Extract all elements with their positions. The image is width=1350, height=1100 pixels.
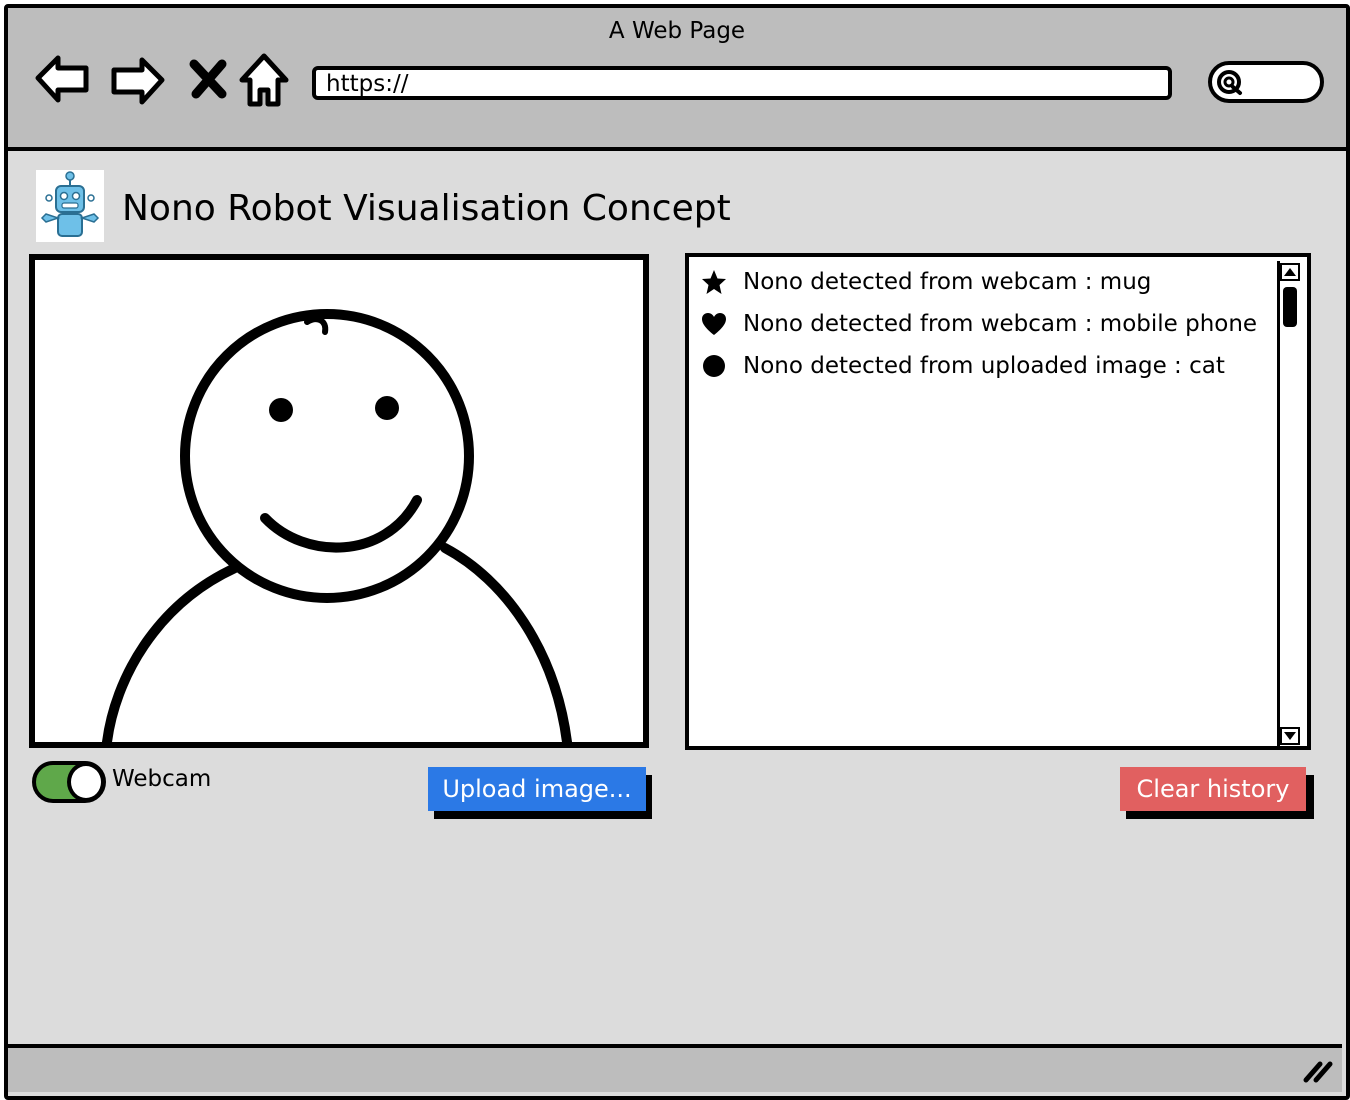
star-icon — [701, 269, 727, 295]
url-bar[interactable]: https:// — [312, 66, 1172, 100]
list-item: Nono detected from webcam : mug — [701, 263, 1151, 301]
list-item-text: Nono detected from webcam : mobile phone — [743, 311, 1258, 337]
list-item-text: Nono detected from uploaded image : cat — [743, 353, 1225, 379]
robot-logo — [36, 170, 104, 242]
heart-icon — [701, 311, 727, 337]
person-placeholder-icon — [102, 309, 572, 742]
clear-history-button[interactable]: Clear history — [1120, 767, 1306, 811]
resize-grip-icon[interactable] — [1302, 1056, 1334, 1084]
scrollbar[interactable] — [1277, 261, 1301, 747]
upload-image-button[interactable]: Upload image... — [428, 767, 646, 811]
home-icon[interactable] — [234, 48, 292, 110]
scroll-up-icon[interactable] — [1280, 263, 1300, 281]
list-item-text: Nono detected from webcam : mug — [743, 269, 1152, 295]
list-item: Nono detected from webcam : mobile phone — [701, 305, 1257, 343]
status-bar — [8, 1044, 1342, 1092]
detection-history-list[interactable]: Nono detected from webcam : mug Nono det… — [685, 253, 1311, 750]
browser-toolbar: A Web Page https:// — [8, 8, 1346, 151]
magnifier-icon — [1217, 70, 1242, 95]
stop-icon[interactable] — [182, 48, 240, 110]
page-title: Nono Robot Visualisation Concept — [122, 188, 731, 229]
webcam-toggle[interactable] — [32, 761, 106, 803]
list-item: Nono detected from uploaded image : cat — [701, 347, 1225, 385]
circle-icon — [701, 353, 727, 379]
webcam-view — [29, 254, 649, 748]
forward-arrow-icon[interactable] — [108, 48, 166, 110]
webcam-toggle-label: Webcam — [112, 766, 212, 792]
browser-search-field[interactable] — [1208, 61, 1324, 103]
toggle-knob — [67, 762, 105, 802]
window-title: A Web Page — [608, 18, 746, 44]
scroll-thumb[interactable] — [1283, 287, 1297, 327]
back-arrow-icon[interactable] — [34, 48, 92, 110]
scroll-down-icon[interactable] — [1280, 727, 1300, 745]
